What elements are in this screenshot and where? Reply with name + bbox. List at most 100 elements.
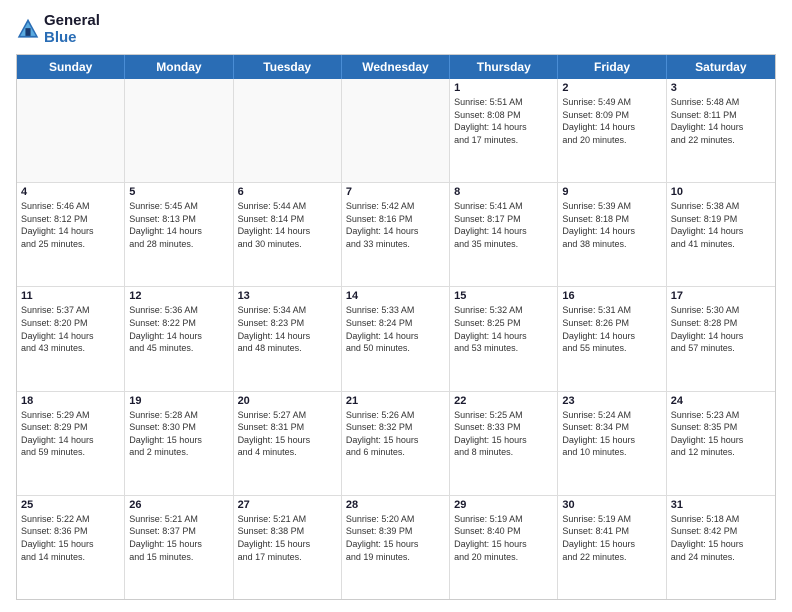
day-cell-26: 26 Sunrise: 5:21 AM Sunset: 8:37 PM Dayli… xyxy=(125,496,233,599)
header-day-thursday: Thursday xyxy=(450,55,558,79)
day-number: 15 xyxy=(454,290,553,302)
day-number: 18 xyxy=(21,395,120,407)
day-number: 17 xyxy=(671,290,771,302)
day-info: Sunrise: 5:20 AM Sunset: 8:39 PM Dayligh… xyxy=(346,513,445,563)
day-cell-27: 27Sunrise: 5:21 AM Sunset: 8:38 PM Dayli… xyxy=(234,496,342,599)
day-info: Sunrise: 5:21 AM Sunset: 8:37 PM Dayligh… xyxy=(129,513,228,563)
day-cell-5: 5 Sunrise: 5:45 AM Sunset: 8:13 PM Daylig… xyxy=(125,183,233,286)
calendar-row-4: 25 Sunrise: 5:22 AM Sunset: 8:36 PM Dayli… xyxy=(17,496,775,599)
day-number: 26 xyxy=(129,499,228,511)
day-info: Sunrise: 5:30 AM Sunset: 8:28 PM Dayligh… xyxy=(671,304,771,354)
day-info: Sunrise: 5:22 AM Sunset: 8:36 PM Dayligh… xyxy=(21,513,120,563)
day-info: Sunrise: 5:44 AM Sunset: 8:14 PM Dayligh… xyxy=(238,200,337,250)
day-number: 19 xyxy=(129,395,228,407)
day-number: 9 xyxy=(562,186,661,198)
calendar-body: 1 Sunrise: 5:51 AM Sunset: 8:08 PM Daylig… xyxy=(17,79,775,599)
day-info: Sunrise: 5:51 AM Sunset: 8:08 PM Dayligh… xyxy=(454,96,553,146)
empty-cell xyxy=(125,79,233,182)
day-number: 23 xyxy=(562,395,661,407)
day-info: Sunrise: 5:32 AM Sunset: 8:25 PM Dayligh… xyxy=(454,304,553,354)
day-info: Sunrise: 5:25 AM Sunset: 8:33 PM Dayligh… xyxy=(454,409,553,459)
day-cell-17: 17 Sunrise: 5:30 AM Sunset: 8:28 PM Dayli… xyxy=(667,287,775,390)
day-cell-14: 14 Sunrise: 5:33 AM Sunset: 8:24 PM Dayli… xyxy=(342,287,450,390)
day-number: 16 xyxy=(562,290,661,302)
day-cell-30: 30 Sunrise: 5:19 AM Sunset: 8:41 PM Dayli… xyxy=(558,496,666,599)
day-info: Sunrise: 5:24 AM Sunset: 8:34 PM Dayligh… xyxy=(562,409,661,459)
day-number: 11 xyxy=(21,290,120,302)
day-number: 1 xyxy=(454,82,553,94)
day-cell-22: 22 Sunrise: 5:25 AM Sunset: 8:33 PM Dayli… xyxy=(450,392,558,495)
day-cell-18: 18 Sunrise: 5:29 AM Sunset: 8:29 PM Dayli… xyxy=(17,392,125,495)
day-number: 20 xyxy=(238,395,337,407)
day-cell-2: 2Sunrise: 5:49 AM Sunset: 8:09 PM Daylig… xyxy=(558,79,666,182)
calendar-header: SundayMondayTuesdayWednesdayThursdayFrid… xyxy=(17,55,775,79)
day-info: Sunrise: 5:37 AM Sunset: 8:20 PM Dayligh… xyxy=(21,304,120,354)
logo-icon xyxy=(16,17,40,41)
day-number: 30 xyxy=(562,499,661,511)
calendar: SundayMondayTuesdayWednesdayThursdayFrid… xyxy=(16,54,776,600)
day-info: Sunrise: 5:34 AM Sunset: 8:23 PM Dayligh… xyxy=(238,304,337,354)
header-day-sunday: Sunday xyxy=(17,55,125,79)
day-cell-4: 4 Sunrise: 5:46 AM Sunset: 8:12 PM Daylig… xyxy=(17,183,125,286)
day-number: 25 xyxy=(21,499,120,511)
day-info: Sunrise: 5:36 AM Sunset: 8:22 PM Dayligh… xyxy=(129,304,228,354)
page: General Blue SundayMondayTuesdayWednesda… xyxy=(0,0,792,612)
day-cell-21: 21 Sunrise: 5:26 AM Sunset: 8:32 PM Dayli… xyxy=(342,392,450,495)
calendar-row-0: 1 Sunrise: 5:51 AM Sunset: 8:08 PM Daylig… xyxy=(17,79,775,183)
logo: General Blue xyxy=(16,12,100,46)
day-cell-19: 19Sunrise: 5:28 AM Sunset: 8:30 PM Dayli… xyxy=(125,392,233,495)
day-info: Sunrise: 5:48 AM Sunset: 8:11 PM Dayligh… xyxy=(671,96,771,146)
day-info: Sunrise: 5:26 AM Sunset: 8:32 PM Dayligh… xyxy=(346,409,445,459)
calendar-row-2: 11 Sunrise: 5:37 AM Sunset: 8:20 PM Dayli… xyxy=(17,287,775,391)
day-info: Sunrise: 5:46 AM Sunset: 8:12 PM Dayligh… xyxy=(21,200,120,250)
day-number: 2 xyxy=(562,82,661,94)
day-cell-24: 24 Sunrise: 5:23 AM Sunset: 8:35 PM Dayli… xyxy=(667,392,775,495)
empty-cell xyxy=(234,79,342,182)
day-number: 29 xyxy=(454,499,553,511)
day-info: Sunrise: 5:41 AM Sunset: 8:17 PM Dayligh… xyxy=(454,200,553,250)
day-cell-31: 31Sunrise: 5:18 AM Sunset: 8:42 PM Dayli… xyxy=(667,496,775,599)
day-info: Sunrise: 5:42 AM Sunset: 8:16 PM Dayligh… xyxy=(346,200,445,250)
day-info: Sunrise: 5:33 AM Sunset: 8:24 PM Dayligh… xyxy=(346,304,445,354)
day-cell-29: 29Sunrise: 5:19 AM Sunset: 8:40 PM Dayli… xyxy=(450,496,558,599)
day-info: Sunrise: 5:29 AM Sunset: 8:29 PM Dayligh… xyxy=(21,409,120,459)
header-day-tuesday: Tuesday xyxy=(234,55,342,79)
day-cell-3: 3Sunrise: 5:48 AM Sunset: 8:11 PM Daylig… xyxy=(667,79,775,182)
day-number: 14 xyxy=(346,290,445,302)
day-cell-20: 20 Sunrise: 5:27 AM Sunset: 8:31 PM Dayli… xyxy=(234,392,342,495)
day-number: 24 xyxy=(671,395,771,407)
calendar-row-1: 4 Sunrise: 5:46 AM Sunset: 8:12 PM Daylig… xyxy=(17,183,775,287)
day-number: 12 xyxy=(129,290,228,302)
day-cell-12: 12 Sunrise: 5:36 AM Sunset: 8:22 PM Dayli… xyxy=(125,287,233,390)
day-cell-7: 7 Sunrise: 5:42 AM Sunset: 8:16 PM Daylig… xyxy=(342,183,450,286)
logo-text: General Blue xyxy=(44,12,100,46)
day-info: Sunrise: 5:23 AM Sunset: 8:35 PM Dayligh… xyxy=(671,409,771,459)
day-info: Sunrise: 5:39 AM Sunset: 8:18 PM Dayligh… xyxy=(562,200,661,250)
day-cell-8: 8Sunrise: 5:41 AM Sunset: 8:17 PM Daylig… xyxy=(450,183,558,286)
calendar-row-3: 18 Sunrise: 5:29 AM Sunset: 8:29 PM Dayli… xyxy=(17,392,775,496)
day-info: Sunrise: 5:38 AM Sunset: 8:19 PM Dayligh… xyxy=(671,200,771,250)
header-day-monday: Monday xyxy=(125,55,233,79)
day-cell-13: 13Sunrise: 5:34 AM Sunset: 8:23 PM Dayli… xyxy=(234,287,342,390)
day-info: Sunrise: 5:45 AM Sunset: 8:13 PM Dayligh… xyxy=(129,200,228,250)
day-number: 5 xyxy=(129,186,228,198)
day-cell-16: 16 Sunrise: 5:31 AM Sunset: 8:26 PM Dayli… xyxy=(558,287,666,390)
day-number: 7 xyxy=(346,186,445,198)
day-cell-23: 23 Sunrise: 5:24 AM Sunset: 8:34 PM Dayli… xyxy=(558,392,666,495)
day-info: Sunrise: 5:19 AM Sunset: 8:41 PM Dayligh… xyxy=(562,513,661,563)
day-number: 4 xyxy=(21,186,120,198)
day-info: Sunrise: 5:31 AM Sunset: 8:26 PM Dayligh… xyxy=(562,304,661,354)
day-number: 21 xyxy=(346,395,445,407)
header: General Blue xyxy=(16,12,776,46)
day-number: 6 xyxy=(238,186,337,198)
day-number: 22 xyxy=(454,395,553,407)
empty-cell xyxy=(17,79,125,182)
day-number: 10 xyxy=(671,186,771,198)
day-cell-15: 15 Sunrise: 5:32 AM Sunset: 8:25 PM Dayli… xyxy=(450,287,558,390)
day-info: Sunrise: 5:27 AM Sunset: 8:31 PM Dayligh… xyxy=(238,409,337,459)
day-info: Sunrise: 5:18 AM Sunset: 8:42 PM Dayligh… xyxy=(671,513,771,563)
day-cell-11: 11 Sunrise: 5:37 AM Sunset: 8:20 PM Dayli… xyxy=(17,287,125,390)
header-day-friday: Friday xyxy=(558,55,666,79)
day-cell-6: 6 Sunrise: 5:44 AM Sunset: 8:14 PM Daylig… xyxy=(234,183,342,286)
day-number: 28 xyxy=(346,499,445,511)
